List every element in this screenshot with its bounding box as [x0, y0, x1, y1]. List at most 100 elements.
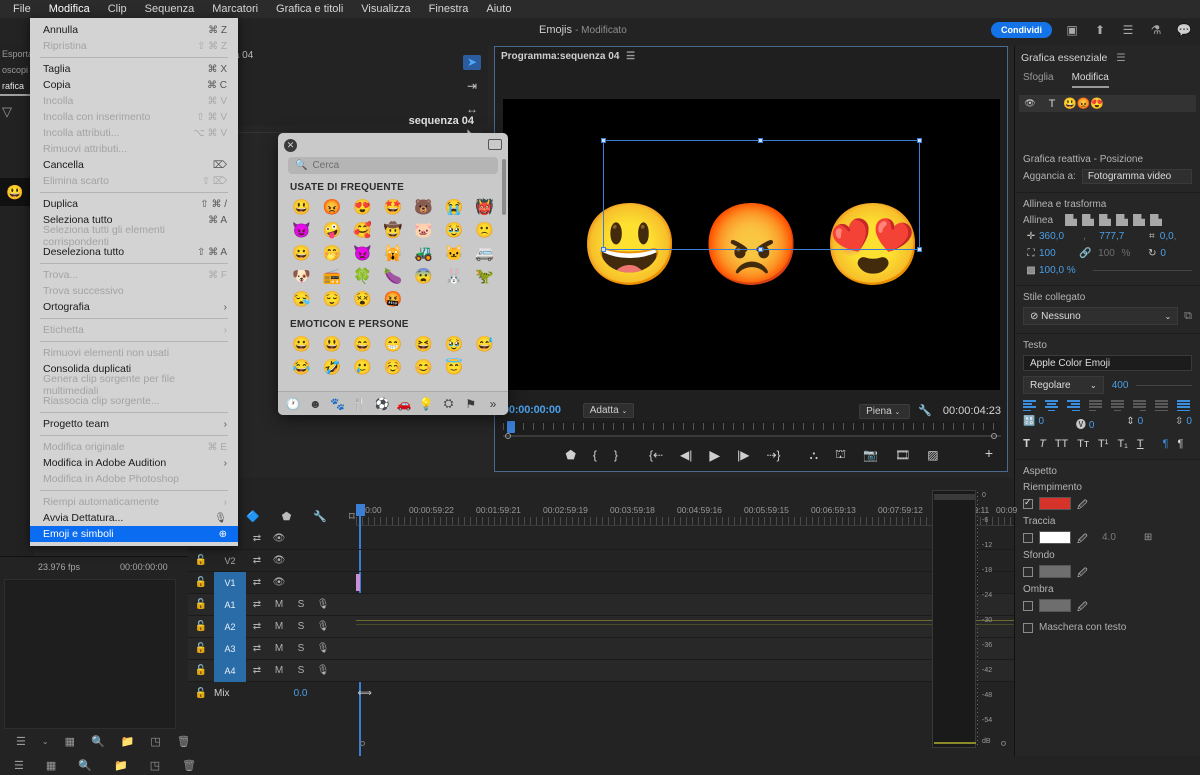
background-color-swatch[interactable]	[1039, 565, 1071, 578]
picker-search-field[interactable]: 🔍 Cerca	[288, 157, 498, 174]
menu-item-annulla[interactable]: Annulla⌘ Z	[30, 22, 238, 38]
voice-record-icon[interactable]: 🎙	[312, 643, 334, 654]
mask-row[interactable]: Maschera con testo	[1015, 612, 1200, 633]
stroke-color-swatch[interactable]	[1039, 531, 1071, 544]
objects-icon[interactable]: 💡	[415, 397, 437, 411]
emoji-cell[interactable]: 🤬	[378, 288, 409, 311]
track-area-a3[interactable]	[356, 638, 1014, 659]
snap-value-select[interactable]: Fotogramma video	[1082, 169, 1192, 184]
mute-button-a4[interactable]: M	[268, 665, 290, 676]
scale-height-value[interactable]: 100	[1091, 248, 1121, 259]
emoji-cell[interactable]: 😌	[317, 288, 348, 311]
menu-clip[interactable]: Clip	[99, 0, 136, 18]
left-tab-oscopi[interactable]: oscopi	[0, 62, 34, 78]
position-x-value[interactable]: 360,0	[1039, 231, 1083, 242]
track-header-a2[interactable]: 🔓 A2 ⇄ M S 🎙	[188, 616, 356, 637]
align-text-left-icon[interactable]	[1023, 400, 1036, 410]
emoji-cell[interactable]: 😄	[347, 333, 378, 356]
sync-lock-icon[interactable]: ⇄	[246, 599, 268, 610]
scale-width-value[interactable]: 100	[1039, 248, 1079, 259]
snap-icon[interactable]: 🔷	[246, 510, 260, 523]
share-button[interactable]: Condividi	[991, 22, 1052, 38]
hamburger-icon[interactable]: ☰	[626, 51, 635, 62]
menu-item-emoji-e-simboli[interactable]: Emoji e simboli⊕	[30, 526, 238, 542]
handle-tc[interactable]	[758, 138, 763, 143]
kerning-control[interactable]: 🅥0	[1076, 416, 1095, 431]
lock-icon[interactable]: 🔓	[188, 643, 214, 654]
lock-icon[interactable]: 🔓	[188, 577, 214, 588]
emoji-cell[interactable]: 🍀	[347, 265, 378, 288]
emoji-cell[interactable]: 🤠	[378, 219, 409, 242]
mute-button-a3[interactable]: M	[268, 643, 290, 654]
picker-scrollbar[interactable]	[502, 159, 506, 215]
mask-checkbox[interactable]	[1023, 623, 1033, 633]
emoji-cell[interactable]: 🐶	[286, 265, 317, 288]
fill-eyedropper-icon[interactable]: 🖉	[1077, 498, 1088, 509]
justify-last-center-icon[interactable]	[1111, 400, 1124, 410]
justify-last-right-icon[interactable]	[1133, 400, 1146, 410]
search-icon[interactable]: 🔍	[91, 735, 105, 748]
track-name-a2[interactable]: A2	[214, 616, 246, 638]
lock-icon[interactable]: 🔓	[188, 621, 214, 632]
play-icon[interactable]: ▶	[709, 447, 720, 464]
program-scrub-bar[interactable]	[503, 435, 1001, 437]
search-icon[interactable]: 🔍	[78, 759, 92, 772]
marker-icon[interactable]: ⬟	[282, 510, 292, 523]
list-view-icon[interactable]: ☰	[14, 759, 24, 772]
comment-icon[interactable]: 💬	[1176, 22, 1192, 38]
track-area-v3[interactable]	[356, 528, 1014, 549]
fit-to-frame-icon[interactable]: ⟺	[357, 688, 371, 699]
solo-button-a3[interactable]: S	[290, 643, 312, 654]
beta-flask-icon[interactable]: ⚗	[1148, 22, 1164, 38]
comparison-view-icon[interactable]: 🎞	[895, 448, 910, 462]
handle-bl[interactable]	[601, 247, 606, 252]
button-editor-icon[interactable]: +	[985, 445, 993, 461]
emoji-cell[interactable]: 😡	[317, 196, 348, 219]
align-center-v-icon[interactable]	[1133, 214, 1145, 226]
voice-record-icon[interactable]: 🎙	[312, 599, 334, 610]
lock-icon[interactable]: 🔓	[188, 599, 214, 610]
menu-item-duplica[interactable]: Duplica⇧ ⌘ /	[30, 196, 238, 212]
settings-wrench-icon[interactable]: 🔧	[918, 405, 932, 417]
emoji-cell[interactable]: 🥹	[439, 333, 470, 356]
emoji-cell[interactable]: 😈	[286, 219, 317, 242]
caption-icon[interactable]: ⌑	[349, 510, 355, 523]
track-area-a1[interactable]	[356, 594, 1014, 615]
align-right-icon[interactable]	[1099, 214, 1111, 226]
travel-icon[interactable]: 🚗	[393, 397, 415, 411]
baseline-shift-control[interactable]: ⇳0	[1175, 416, 1192, 431]
menu-file[interactable]: File	[4, 0, 40, 18]
emoji-cell[interactable]: 📻	[317, 265, 348, 288]
emoji-cell[interactable]: 😪	[286, 288, 317, 311]
left-tab-esporta[interactable]: Esporta	[0, 46, 34, 62]
new-bin-icon[interactable]: 📁	[114, 759, 128, 772]
emoji-cell[interactable]: 😨	[408, 265, 439, 288]
track-header-a1[interactable]: 🔓 A1 ⇄ M S 🎙	[188, 594, 356, 615]
program-video-area[interactable]: 😃 😡 😍	[503, 99, 1000, 390]
new-item-icon[interactable]: ◳	[150, 759, 160, 772]
eye-icon[interactable]: 👁	[268, 533, 290, 544]
track-header-v1[interactable]: 🔓 V1 ⇄ 👁	[188, 572, 356, 593]
create-style-icon[interactable]: ⧉	[1184, 310, 1192, 323]
menu-item-ortografia[interactable]: Ortografia›	[30, 299, 238, 315]
eye-icon[interactable]: 👁	[268, 577, 290, 588]
emoji-cell[interactable]: 😃	[286, 196, 317, 219]
handle-bc[interactable]	[758, 247, 763, 252]
rtl-direction-icon[interactable]: ¶	[1178, 438, 1184, 451]
track-name-v2[interactable]: V2	[214, 550, 246, 572]
mute-button-a1[interactable]: M	[268, 599, 290, 610]
align-text-right-icon[interactable]	[1067, 400, 1080, 410]
menu-item-cancella[interactable]: Cancella⌦	[30, 157, 238, 173]
new-item-icon[interactable]: ◳	[150, 735, 160, 748]
menu-item-taglia[interactable]: Taglia⌘ X	[30, 61, 238, 77]
menu-modifica[interactable]: Modifica	[40, 0, 99, 18]
smileys-icon[interactable]: ☻	[304, 397, 326, 411]
stroke-type-icon[interactable]: ⊞	[1144, 532, 1152, 543]
flags-icon[interactable]: ⚑	[460, 397, 482, 411]
symbols-icon[interactable]: ⛭	[437, 396, 459, 411]
stroke-eyedropper-icon[interactable]: 🖉	[1077, 532, 1088, 543]
linked-style-select[interactable]: ⊘ Nessuno ⌄	[1023, 307, 1178, 325]
emoji-cell[interactable]: 🚐	[469, 242, 500, 265]
multicam-icon[interactable]: ▨	[927, 448, 938, 462]
emoji-cell[interactable]: 😊	[408, 356, 439, 379]
